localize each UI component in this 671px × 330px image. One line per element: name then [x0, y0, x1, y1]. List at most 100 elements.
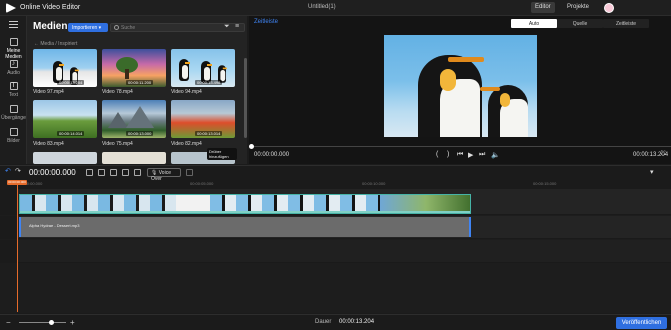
sidebar-item-label: Audio [7, 70, 20, 76]
text-icon: T [9, 82, 18, 90]
step-forward-icon[interactable]: ⏭ [479, 151, 485, 159]
media-duration: 00:00:13.204 [57, 80, 85, 85]
zoom-knob[interactable] [49, 320, 54, 325]
import-label: Importieren [72, 25, 98, 31]
preview-panel: Zeitleiste Auto Quelle Zeitleiste 00:00:… [249, 16, 671, 164]
media-item-video78[interactable]: 00:00:11.200 [102, 49, 166, 87]
media-item-video75[interactable]: 00:00:13.000 [102, 100, 166, 138]
timeline-tracks: Alpha Hydrae - Dessert.mp3 [0, 189, 671, 313]
volume-icon[interactable]: 🔈 [491, 151, 500, 159]
bottom-bar: − + Dauer 00:00:13.204 Veröffentlichen [0, 314, 671, 330]
bracket-close-icon[interactable]: ) [447, 151, 449, 158]
ruler-tick: 00:00:05.000 [190, 181, 214, 186]
audio-clip-name: Alpha Hydrae - Dessert.mp3 [29, 223, 80, 228]
side-nav: Meine Medien ♪ Audio T Text Übergänge Bild… [0, 16, 27, 164]
media-label: Video 75.mp4 [102, 141, 133, 147]
sidebar-item-text[interactable]: T Text [0, 82, 27, 98]
empty-track[interactable] [17, 240, 671, 263]
breadcrumb-text: Media / Inspiriert [40, 41, 78, 47]
sidebar-item-transitions[interactable]: Übergänge [0, 105, 27, 121]
video-clip[interactable] [19, 194, 471, 214]
media-label: Video 83.mp4 [33, 141, 64, 147]
play-icon[interactable]: ▶ [468, 151, 473, 159]
media-item-partial[interactable] [33, 152, 97, 164]
fullscreen-icon[interactable]: ⛶ [661, 151, 665, 158]
import-button[interactable]: Importieren ▾ [68, 23, 108, 32]
ratio-auto-button[interactable]: Auto [511, 19, 557, 28]
filter-icon[interactable]: ⏷ [224, 23, 230, 31]
bracket-open-icon[interactable]: ( [436, 151, 438, 158]
ratio-timeline-button[interactable]: Zeitleiste [603, 19, 649, 28]
sidebar-item-label: Übergänge [1, 115, 26, 121]
media-label: Video 82.mp4 [171, 141, 202, 147]
music-note-icon: ♪ [9, 60, 18, 68]
delete-icon[interactable] [86, 169, 93, 176]
audio-track-header[interactable] [0, 216, 17, 239]
detach-icon[interactable] [134, 169, 141, 176]
media-item-video83[interactable]: 00:00:14.014 [33, 100, 97, 138]
tab-editor[interactable]: Editor [531, 2, 555, 13]
ruler-tick: 00:00:15.000 [533, 181, 557, 186]
sidebar-item-audio[interactable]: ♪ Audio [0, 60, 27, 76]
ratio-source-button[interactable]: Quelle [557, 19, 603, 28]
app-title: Online Video Editor [20, 4, 81, 11]
tab-projects[interactable]: Projekte [563, 2, 593, 13]
media-panel: Medien Importieren ▾ Suche ⏷ ≡ ← Media /… [27, 16, 247, 164]
undo-icon[interactable]: ↶ [5, 167, 11, 175]
video-preview[interactable] [384, 35, 537, 137]
menu-icon[interactable] [9, 21, 18, 28]
publish-button[interactable]: Veröffentlichen [616, 317, 667, 329]
media-label: Video 97.mp4 [33, 89, 64, 95]
redo-icon[interactable]: ↷ [15, 167, 21, 175]
sidebar-item-label: Text [8, 92, 19, 98]
sidebar-item-images[interactable]: Bilder [0, 128, 27, 144]
timeline-timecode: 00:00:00.000 [29, 168, 76, 177]
duplicate-icon[interactable] [110, 169, 117, 176]
empty-track-header[interactable] [0, 240, 17, 263]
collapse-icon[interactable]: ▾ [650, 168, 654, 176]
add-tooltip: Drüber hinzufügen [207, 148, 237, 160]
media-item-video97[interactable]: 00:00:13.204 [33, 49, 97, 87]
duration-value: 00:00:13.204 [339, 319, 375, 325]
avatar[interactable] [604, 3, 614, 13]
add-track-icon[interactable] [186, 169, 193, 176]
sidebar-item-label: Bilder [7, 138, 20, 144]
zoom-slider[interactable] [19, 320, 66, 325]
breadcrumb[interactable]: ← Media / Inspiriert [34, 41, 77, 47]
media-scrollbar[interactable] [244, 58, 247, 138]
image-icon [9, 128, 18, 136]
ruler-tick: 00:00:10.000 [362, 181, 386, 186]
progress-handle[interactable] [249, 144, 254, 149]
sort-icon[interactable]: ≡ [235, 23, 239, 30]
media-item-video94[interactable]: 00:00:13.498 [171, 49, 235, 87]
timeline-toolbar: ↶ ↷ 00:00:00.000 🎙 Voice Over ▾ [0, 165, 671, 182]
sidebar-item-media[interactable]: Meine Medien [0, 38, 27, 60]
media-label: Video 94.mp4 [171, 89, 202, 95]
preview-header: Zeitleiste [254, 19, 279, 25]
step-back-icon[interactable]: ⏮ [457, 151, 463, 159]
preview-progress-bar[interactable] [249, 144, 671, 149]
preview-current-time: 00:00:00.000 [254, 152, 290, 158]
media-duration: 00:00:11.200 [126, 80, 154, 85]
app-logo-icon [6, 3, 16, 13]
media-title: Medien [33, 21, 68, 32]
media-item-video82[interactable]: 00:00:13.014 [171, 100, 235, 138]
audio-clip[interactable]: Alpha Hydrae - Dessert.mp3 [19, 217, 471, 237]
zoom-out-icon[interactable]: − [6, 318, 11, 327]
document-title[interactable]: Untitled(1) [308, 4, 336, 10]
tab-projects-label: Projekte [567, 4, 590, 10]
playhead[interactable]: 00:00:00.000 [7, 180, 27, 312]
media-item-partial[interactable] [102, 152, 166, 164]
search-icon [114, 25, 119, 30]
media-label: Video 78.mp4 [102, 89, 133, 95]
video-track-header[interactable] [0, 189, 17, 215]
search-placeholder: Suche [121, 25, 136, 31]
voice-over-button[interactable]: 🎙 Voice Over [147, 168, 181, 182]
crop-icon[interactable] [122, 169, 129, 176]
top-bar: Online Video Editor Untitled(1) Editor P… [0, 0, 671, 16]
zoom-in-icon[interactable]: + [70, 318, 75, 327]
timeline-ruler[interactable]: 00:00:00.000 00:00:05.000 00:00:10.000 0… [0, 180, 671, 189]
media-icon [9, 38, 18, 46]
split-icon[interactable] [98, 169, 105, 176]
media-duration: 00:00:13.498 [195, 80, 223, 85]
